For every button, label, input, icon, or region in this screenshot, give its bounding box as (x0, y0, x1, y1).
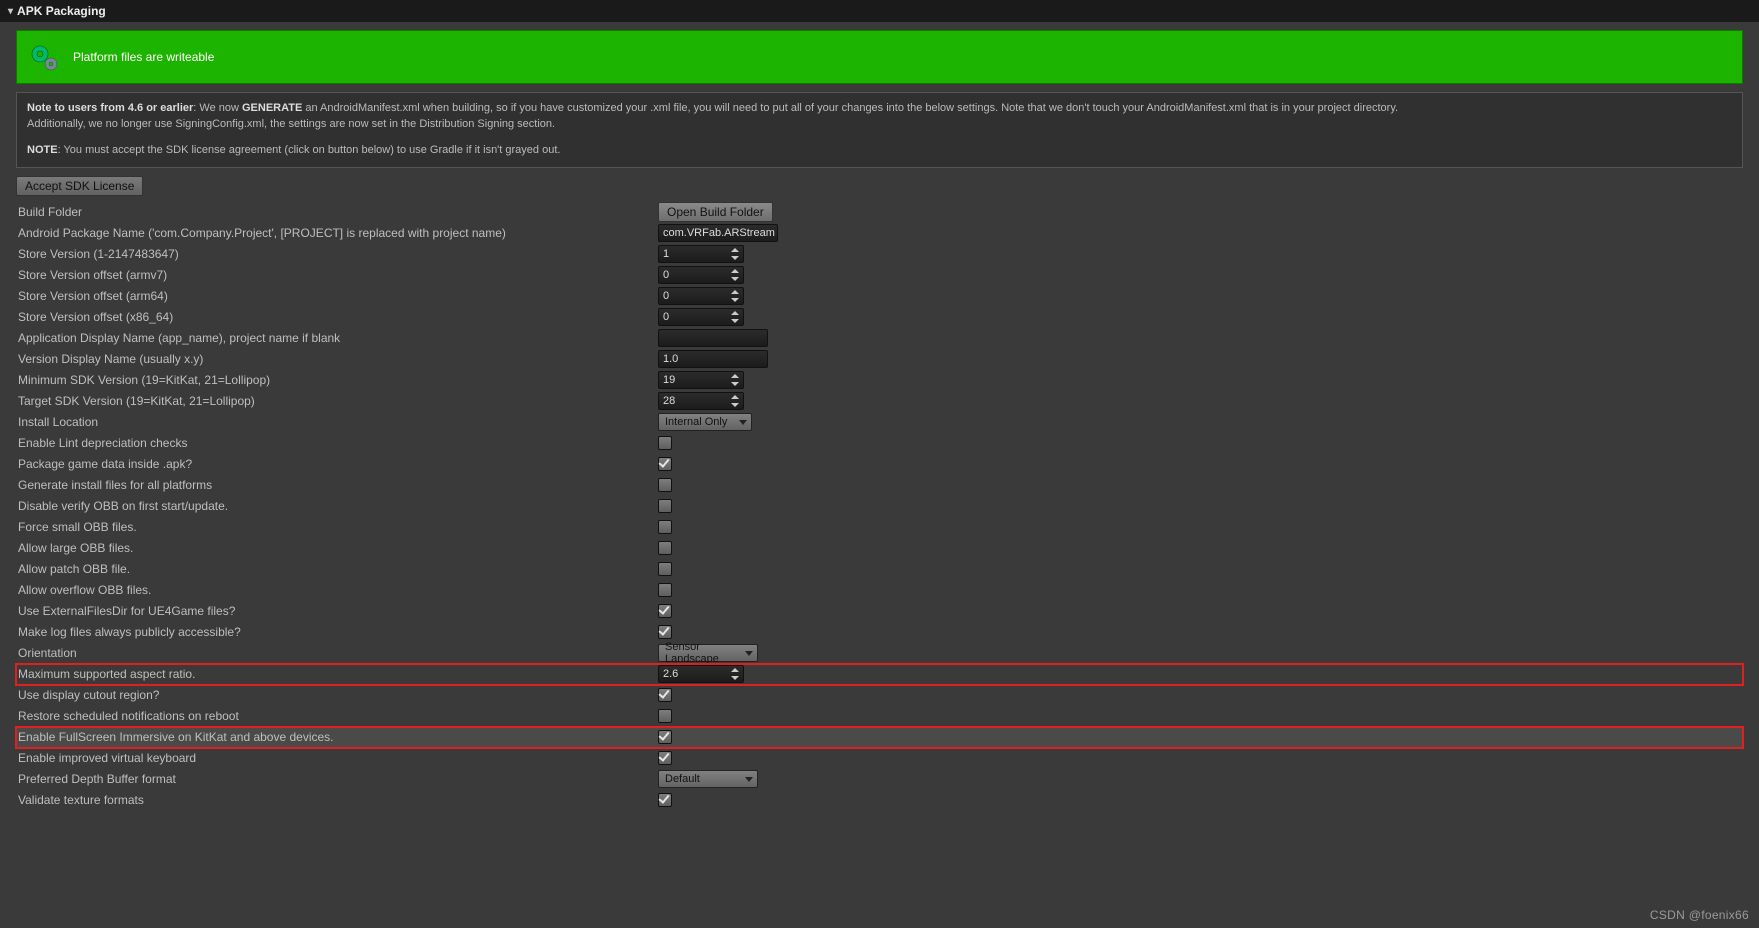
allow-large-obb-checkbox[interactable] (658, 541, 672, 555)
label-restore-notif: Restore scheduled notifications on reboo… (18, 709, 658, 723)
collapse-icon: ▾ (8, 6, 13, 17)
label-validate-tex: Validate texture formats (18, 793, 658, 807)
spinner-icon[interactable] (727, 311, 739, 323)
allow-patch-obb-checkbox[interactable] (658, 562, 672, 576)
spinner-icon[interactable] (727, 248, 739, 260)
cutout-checkbox[interactable] (658, 688, 672, 702)
app-display-field[interactable] (658, 329, 768, 347)
spinner-icon[interactable] (727, 269, 739, 281)
label-cutout: Use display cutout region? (18, 688, 658, 702)
note-box: Note to users from 4.6 or earlier: We no… (16, 92, 1743, 168)
validate-tex-checkbox[interactable] (658, 793, 672, 807)
spinner-icon[interactable] (727, 290, 739, 302)
store-ver-field[interactable]: 1 (658, 245, 744, 263)
status-banner: Platform files are writeable (16, 30, 1743, 84)
spinner-icon[interactable] (727, 395, 739, 407)
gears-icon (27, 39, 63, 75)
ver-display-field[interactable]: 1.0 (658, 350, 768, 368)
fullscreen-checkbox[interactable] (658, 730, 672, 744)
install-loc-select[interactable]: Internal Only (658, 413, 752, 431)
target-sdk-field[interactable]: 28 (658, 392, 744, 410)
label-force-small-obb: Force small OBB files. (18, 520, 658, 534)
disable-obb-checkbox[interactable] (658, 499, 672, 513)
gen-install-checkbox[interactable] (658, 478, 672, 492)
accept-sdk-button[interactable]: Accept SDK License (16, 176, 143, 196)
section-title: APK Packaging (17, 4, 106, 18)
store-off-x8664-field[interactable]: 0 (658, 308, 744, 326)
note-strong-2: NOTE (27, 144, 58, 156)
section-body: Platform files are writeable Note to use… (0, 22, 1759, 823)
spinner-icon[interactable] (727, 374, 739, 386)
label-fullscreen: Enable FullScreen Immersive on KitKat an… (18, 730, 658, 744)
banner-text: Platform files are writeable (73, 50, 214, 64)
pkg-name-field[interactable]: com.VRFab.ARStream (658, 224, 778, 242)
orientation-select[interactable]: Sensor Landscape (658, 644, 758, 662)
store-off-arm64-field[interactable]: 0 (658, 287, 744, 305)
store-off-armv7-field[interactable]: 0 (658, 266, 744, 284)
lint-checkbox[interactable] (658, 436, 672, 450)
label-store-ver: Store Version (1-2147483647) (18, 247, 658, 261)
chevron-down-icon (745, 651, 753, 656)
label-build-folder: Build Folder (18, 205, 658, 219)
label-log-public: Make log files always publicly accessibl… (18, 625, 658, 639)
label-allow-patch-obb: Allow patch OBB file. (18, 562, 658, 576)
note-strong-1: Note to users from 4.6 or earlier (27, 102, 193, 114)
ext-files-checkbox[interactable] (658, 604, 672, 618)
label-allow-overflow-obb: Allow overflow OBB files. (18, 583, 658, 597)
pack-apk-checkbox[interactable] (658, 457, 672, 471)
label-ver-display: Version Display Name (usually x.y) (18, 352, 658, 366)
allow-overflow-obb-checkbox[interactable] (658, 583, 672, 597)
chevron-down-icon (745, 777, 753, 782)
chevron-down-icon (739, 420, 747, 425)
label-store-off-armv7: Store Version offset (armv7) (18, 268, 658, 282)
label-allow-large-obb: Allow large OBB files. (18, 541, 658, 555)
log-public-checkbox[interactable] (658, 625, 672, 639)
section-header[interactable]: ▾ APK Packaging (0, 0, 1759, 22)
label-min-sdk: Minimum SDK Version (19=KitKat, 21=Lolli… (18, 373, 658, 387)
spinner-icon[interactable] (727, 668, 739, 680)
label-max-aspect: Maximum supported aspect ratio. (18, 667, 658, 681)
label-install-loc: Install Location (18, 415, 658, 429)
restore-notif-checkbox[interactable] (658, 709, 672, 723)
watermark: CSDN @foenix66 (1650, 908, 1749, 922)
open-build-folder-button[interactable]: Open Build Folder (658, 202, 773, 222)
label-store-off-arm64: Store Version offset (arm64) (18, 289, 658, 303)
label-disable-obb: Disable verify OBB on first start/update… (18, 499, 658, 513)
depth-buf-select[interactable]: Default (658, 770, 758, 788)
label-gen-install: Generate install files for all platforms (18, 478, 658, 492)
label-orientation: Orientation (18, 646, 658, 660)
label-target-sdk: Target SDK Version (19=KitKat, 21=Lollip… (18, 394, 658, 408)
label-pack-apk: Package game data inside .apk? (18, 457, 658, 471)
max-aspect-field[interactable]: 2.6 (658, 665, 744, 683)
label-lint: Enable Lint depreciation checks (18, 436, 658, 450)
label-store-off-x8664: Store Version offset (x86_64) (18, 310, 658, 324)
min-sdk-field[interactable]: 19 (658, 371, 744, 389)
label-improved-kb: Enable improved virtual keyboard (18, 751, 658, 765)
label-pkg-name: Android Package Name ('com.Company.Proje… (18, 226, 658, 240)
label-ext-files: Use ExternalFilesDir for UE4Game files? (18, 604, 658, 618)
label-depth-buf: Preferred Depth Buffer format (18, 772, 658, 786)
label-app-display: Application Display Name (app_name), pro… (18, 331, 658, 345)
improved-kb-checkbox[interactable] (658, 751, 672, 765)
force-small-obb-checkbox[interactable] (658, 520, 672, 534)
